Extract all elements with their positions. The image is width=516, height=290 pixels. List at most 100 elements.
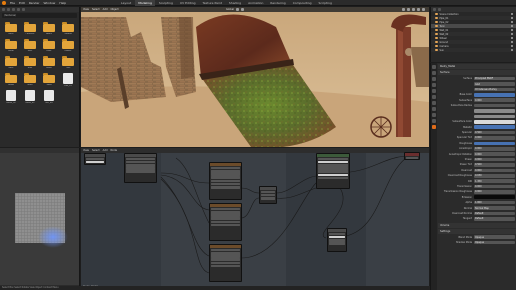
solid-shading-icon[interactable] <box>412 8 415 11</box>
property-value-field[interactable] <box>474 195 515 200</box>
tab-modeling[interactable]: Modeling <box>135 0 155 6</box>
snap-icon[interactable] <box>235 8 239 11</box>
visibility-eye-icon[interactable] <box>510 32 513 36</box>
folder-item[interactable]: Tiles <box>60 56 76 69</box>
visibility-eye-icon[interactable] <box>510 28 513 32</box>
folder-item[interactable]: Brick <box>3 22 19 35</box>
property-value-field[interactable] <box>474 141 515 146</box>
material-tab-icon[interactable] <box>432 125 436 129</box>
editor-type-icon[interactable] <box>433 8 436 11</box>
refresh-icon[interactable] <box>22 8 25 11</box>
tab-shading[interactable]: Shading <box>226 0 244 6</box>
tab-uv-editing[interactable]: UV Editing <box>177 0 199 6</box>
file-item[interactable]: dirt_04 <box>41 90 57 104</box>
folder-item[interactable]: Fabric <box>41 22 57 35</box>
node-mapping[interactable] <box>124 153 157 183</box>
property-value-field[interactable]: 0.000 <box>474 136 515 140</box>
tab-texture-paint[interactable]: Texture Paint <box>200 0 225 6</box>
settings-section-header[interactable]: Settings <box>438 228 516 234</box>
parent-folder-icon[interactable] <box>17 8 20 11</box>
xray-icon[interactable] <box>407 8 410 11</box>
property-value-field[interactable]: 0.000 <box>474 168 515 173</box>
3d-viewport[interactable]: View Select Add Object Global <box>81 7 429 147</box>
node-image-texture-2[interactable] <box>209 203 242 241</box>
menu-window[interactable]: Window <box>44 1 56 5</box>
material-name[interactable]: Rusty_Metal <box>440 65 455 68</box>
property-value-field[interactable] <box>474 120 515 124</box>
node-normal-map[interactable] <box>327 228 347 252</box>
visibility-eye-icon[interactable] <box>510 16 513 20</box>
node-principled-bsdf[interactable] <box>316 153 350 189</box>
folder-item[interactable]: Wood <box>3 73 19 86</box>
folder-item[interactable]: Ground <box>60 22 76 35</box>
node-texcoord[interactable] <box>84 153 106 165</box>
menu-edit[interactable]: Edit <box>19 1 25 5</box>
tab-compositing[interactable]: Compositing <box>290 0 315 6</box>
property-value-field[interactable]: 1.000 <box>474 200 515 205</box>
property-value-field[interactable]: 0.000 <box>474 157 515 162</box>
folder-item[interactable]: Sand <box>41 73 57 86</box>
property-value-field[interactable]: Christensen-Burley <box>474 87 515 92</box>
shading-dropdown[interactable]: Global <box>226 8 234 11</box>
visibility-eye-icon[interactable] <box>510 36 513 40</box>
property-value-field[interactable]: Default <box>474 211 515 216</box>
node-image-texture-3[interactable] <box>209 244 242 282</box>
file-path-field[interactable]: /textures/ <box>2 13 77 18</box>
material-slot-header[interactable]: Rusty_Metal <box>438 64 516 69</box>
file-item[interactable]: metal_02 <box>3 90 19 104</box>
view-menu[interactable]: View <box>83 8 89 11</box>
property-value-field[interactable]: Default <box>474 217 515 221</box>
volume-section-header[interactable]: Volume <box>438 222 516 228</box>
property-value-field[interactable] <box>474 114 515 119</box>
property-value-field[interactable]: 0.000 <box>474 98 515 103</box>
tab-sculpting[interactable]: Sculpting <box>156 0 176 6</box>
menu-file[interactable]: File <box>10 1 15 5</box>
surface-section-header[interactable]: Surface <box>438 70 516 75</box>
proportional-edit-icon[interactable] <box>240 8 244 11</box>
tool-tab-icon[interactable] <box>432 65 436 69</box>
folder-item[interactable]: Concrete <box>22 22 38 35</box>
output-tab-icon[interactable] <box>432 77 436 81</box>
property-value-field[interactable]: 0.000 <box>474 152 515 156</box>
modifier-tab-icon[interactable] <box>432 101 436 105</box>
folder-item[interactable]: Paint <box>41 39 57 52</box>
select-menu[interactable]: Select <box>92 8 100 11</box>
folder-item[interactable]: Misc <box>22 39 38 52</box>
property-value-field[interactable] <box>474 103 515 108</box>
tab-layout[interactable]: Layout <box>118 0 134 6</box>
tab-rendering[interactable]: Rendering <box>267 0 288 6</box>
visibility-eye-icon[interactable] <box>510 20 513 24</box>
scene-tab-icon[interactable] <box>432 83 436 87</box>
add-menu[interactable]: Add <box>103 8 108 11</box>
object-menu[interactable]: Object <box>111 8 119 11</box>
menu-render[interactable]: Render <box>29 1 40 5</box>
settings-dropdown[interactable]: Opaque <box>474 235 515 240</box>
folder-item[interactable]: Plaster <box>60 39 76 52</box>
rendered-shading-icon[interactable] <box>422 8 425 11</box>
data-tab-icon[interactable] <box>432 119 436 123</box>
app-logo-icon[interactable] <box>2 0 6 5</box>
world-tab-icon[interactable] <box>432 89 436 93</box>
property-value-field[interactable]: 0.000 <box>474 184 515 189</box>
folder-item[interactable]: Rock <box>3 56 19 69</box>
visibility-eye-icon[interactable] <box>510 48 513 52</box>
visibility-eye-icon[interactable] <box>510 44 513 48</box>
file-item[interactable]: rust_01 <box>60 73 76 87</box>
property-value-field[interactable]: 0.500 <box>474 163 515 167</box>
filter-icon[interactable] <box>438 8 441 11</box>
property-value-field[interactable]: 0.500 <box>474 130 515 135</box>
tab-animation[interactable]: Animation <box>245 0 266 6</box>
file-item[interactable]: moss_03 <box>22 90 38 104</box>
property-value-field[interactable]: 1.450 <box>474 179 515 183</box>
back-arrow-icon[interactable] <box>7 8 10 11</box>
property-value-field[interactable] <box>474 109 515 113</box>
object-tab-icon[interactable] <box>432 95 436 99</box>
visibility-eye-icon[interactable] <box>510 24 513 28</box>
render-tab-icon[interactable] <box>432 71 436 75</box>
folder-item[interactable]: Rust <box>22 56 38 69</box>
property-value-field[interactable]: 0.030 <box>474 173 515 178</box>
constraints-tab-icon[interactable] <box>432 113 436 117</box>
node-material-output[interactable] <box>404 152 420 160</box>
property-value-field[interactable]: GGX <box>474 82 515 86</box>
property-value-field[interactable]: 0.000 <box>474 146 515 151</box>
